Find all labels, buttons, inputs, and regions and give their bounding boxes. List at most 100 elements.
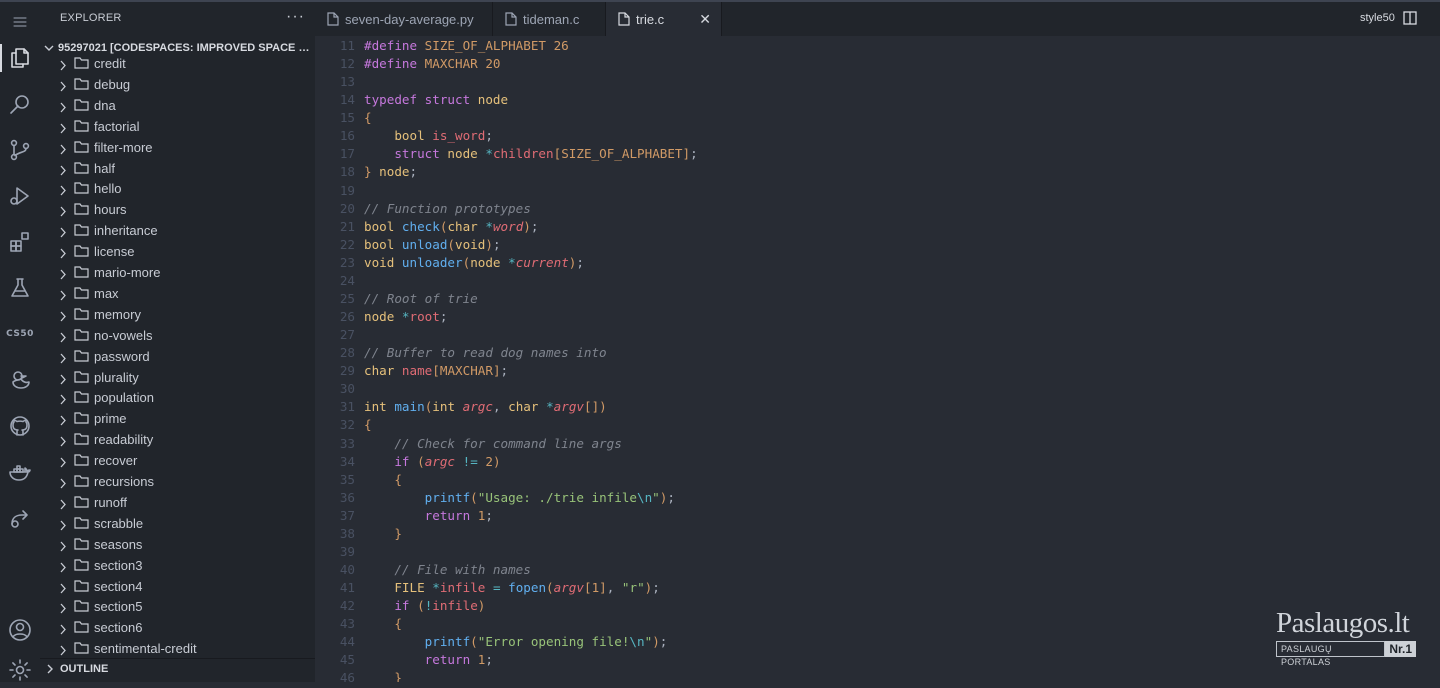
duck-icon[interactable] [0, 362, 40, 398]
code-line[interactable]: 42 if (!infile) [315, 597, 1440, 615]
folder-item[interactable]: readability [40, 429, 315, 450]
tab-trie[interactable]: trie.c ✕ [606, 2, 722, 36]
explorer-icon[interactable] [0, 40, 40, 76]
code-line[interactable]: 32 { [315, 416, 1440, 434]
tab-seven-day-average[interactable]: seven-day-average.py [315, 2, 493, 36]
code-token: bool [364, 218, 402, 234]
code-line[interactable]: 14 typedef struct node [315, 91, 1440, 109]
code-line[interactable]: 16 bool is_word; [315, 127, 1440, 145]
folder-item[interactable]: dna [40, 95, 315, 116]
testing-icon[interactable] [0, 270, 40, 306]
code-line[interactable]: 38 } [315, 525, 1440, 543]
tab-tideman[interactable]: tideman.c [493, 2, 606, 36]
code-line[interactable]: 18} node; [315, 163, 1440, 181]
folder-item[interactable]: hours [40, 199, 315, 220]
account-icon[interactable] [0, 612, 40, 648]
search-icon[interactable] [0, 86, 40, 122]
folder-item[interactable]: max [40, 283, 315, 304]
code-line[interactable]: 39 [315, 543, 1440, 561]
folder-icon [74, 223, 89, 241]
code-line[interactable]: 19 [315, 182, 1440, 200]
code-token: name [401, 363, 433, 379]
code-line[interactable]: 36 printf("Usage: ./trie infile\n"); [315, 489, 1440, 507]
folder-item[interactable]: inheritance [40, 220, 315, 241]
code-line[interactable]: 35 { [315, 471, 1440, 489]
code-line[interactable]: 40 // File with names [315, 561, 1440, 579]
folder-item[interactable]: hello [40, 178, 315, 199]
folder-item[interactable]: factorial [40, 116, 315, 137]
folder-item[interactable]: credit [40, 57, 315, 74]
code-line[interactable]: 43 { [315, 615, 1440, 633]
folder-item[interactable]: recursions [40, 471, 315, 492]
folder-item[interactable]: mario-more [40, 262, 315, 283]
code-line[interactable]: 24 [315, 272, 1440, 290]
folder-item[interactable]: recover [40, 450, 315, 471]
folder-item[interactable]: sentimental-credit [40, 638, 315, 656]
code-line[interactable]: 41 FILE *infile = fopen(argv[1], "r"); [315, 579, 1440, 597]
folder-item[interactable]: section6 [40, 617, 315, 638]
code-line[interactable]: 11 #define SIZE_OF_ALPHABET 26 [315, 37, 1440, 55]
code-token: unloader [401, 254, 463, 270]
watermark-subtitle: PASLAUGŲ PORTALAS [1276, 641, 1386, 667]
code-line[interactable]: 13 [315, 73, 1440, 91]
folder-item[interactable]: population [40, 387, 315, 408]
folder-item[interactable]: memory [40, 304, 315, 325]
cs50-icon[interactable]: CS50 [0, 316, 40, 352]
code-line[interactable]: 25 // Root of trie [315, 290, 1440, 308]
code-line[interactable]: 17 struct node *children[SIZE_OF_ALPHABE… [315, 145, 1440, 163]
folder-item[interactable]: prime [40, 408, 315, 429]
line-number: 32 [339, 417, 355, 433]
folder-item[interactable]: license [40, 241, 315, 262]
folder-item[interactable]: runoff [40, 492, 315, 513]
folder-item[interactable]: no-vowels [40, 325, 315, 346]
style50-button[interactable]: style50 [1360, 12, 1395, 24]
code-line[interactable]: 29 char name[MAXCHAR]; [315, 362, 1440, 380]
code-line[interactable]: 27 [315, 326, 1440, 344]
code-token: root [409, 309, 440, 325]
code-line[interactable]: 44 printf("Error opening file!\n"); [315, 633, 1440, 651]
code-line[interactable]: 21 bool check(char *word); [315, 218, 1440, 236]
folder-item[interactable]: password [40, 346, 315, 367]
folder-item[interactable]: seasons [40, 534, 315, 555]
github-icon[interactable] [0, 408, 40, 444]
code-editor[interactable]: 11 #define SIZE_OF_ALPHABET 26 12 #define M… [315, 36, 1440, 682]
code-line[interactable]: 33 // Check for command line args [315, 435, 1440, 453]
outline-section[interactable]: OUTLINE [40, 658, 315, 678]
split-editor-icon[interactable] [1403, 11, 1417, 30]
code-line[interactable]: 34 if (argc != 2) [315, 453, 1440, 471]
code-token: char [364, 363, 402, 379]
line-number: 22 [339, 236, 355, 252]
code-line[interactable]: 23 void unloader(node *current); [315, 254, 1440, 272]
code-token: node [477, 92, 509, 108]
code-line[interactable]: 45 return 1; [315, 651, 1440, 669]
folder-item[interactable]: half [40, 158, 315, 179]
workspace-root[interactable]: 95297021 [CODESPACES: IMPROVED SPACE EUR… [40, 39, 315, 57]
settings-icon[interactable] [0, 652, 40, 688]
close-icon[interactable]: ✕ [699, 11, 711, 28]
code-line[interactable]: 31 int main(int argc, char *argv[]) [315, 398, 1440, 416]
extensions-icon[interactable] [0, 224, 40, 260]
folder-item[interactable]: filter-more [40, 137, 315, 158]
code-line[interactable]: 22 bool unload(void); [315, 236, 1440, 254]
source-control-icon[interactable] [0, 132, 40, 168]
folder-item[interactable]: plurality [40, 367, 315, 388]
run-debug-icon[interactable] [0, 178, 40, 214]
code-line[interactable]: 20 // Function prototypes [315, 200, 1440, 218]
code-line[interactable]: 46 } [315, 669, 1440, 682]
folder-item[interactable]: section5 [40, 596, 315, 617]
more-actions-button[interactable]: ··· [286, 8, 305, 26]
code-line[interactable]: 28 // Buffer to read dog names into [315, 344, 1440, 362]
folder-item[interactable]: section4 [40, 576, 315, 597]
remote-icon[interactable] [0, 500, 40, 536]
folder-item[interactable]: scrabble [40, 513, 315, 534]
code-line[interactable]: 37 return 1; [315, 507, 1440, 525]
code-line[interactable]: 12 #define MAXCHAR 20 [315, 55, 1440, 73]
code-line[interactable]: 30 [315, 380, 1440, 398]
folder-item[interactable]: section3 [40, 555, 315, 576]
menu-icon[interactable] [0, 4, 40, 40]
code-line[interactable]: 26 node *root; [315, 308, 1440, 326]
docker-icon[interactable] [0, 454, 40, 490]
code-line[interactable]: 15 { [315, 109, 1440, 127]
folder-item[interactable]: debug [40, 74, 315, 95]
code-token: ; [576, 254, 584, 270]
